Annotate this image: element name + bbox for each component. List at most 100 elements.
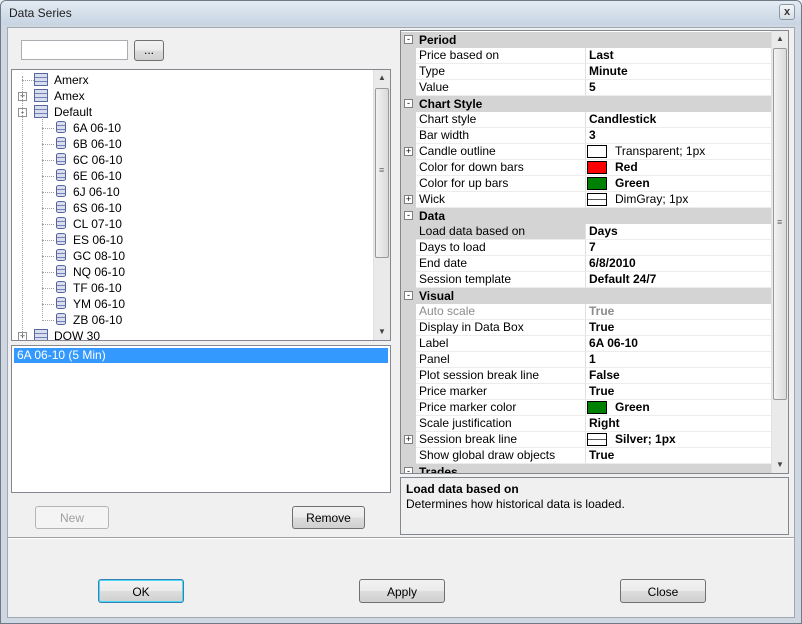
property-row[interactable]: + Wick DimGray; 1px [401, 192, 771, 208]
series-list[interactable]: 6A 06-10 (5 Min) [11, 345, 391, 493]
property-value[interactable]: 7 [586, 240, 771, 256]
property-grid[interactable]: - Period Price based on Last Type Minute Value… [400, 30, 789, 474]
tree-item[interactable]: 6B 06-10 [12, 136, 372, 152]
tree-item[interactable]: TF 06-10 [12, 280, 372, 296]
tree-item[interactable]: 6A 06-10 [12, 120, 372, 136]
apply-button[interactable]: Apply [359, 579, 445, 603]
property-row[interactable]: Type Minute [401, 64, 771, 80]
property-row[interactable]: Plot session break line False [401, 368, 771, 384]
series-list-item[interactable]: 6A 06-10 (5 Min) [14, 348, 388, 363]
tree-item[interactable]: 6J 06-10 [12, 184, 372, 200]
property-row[interactable]: Days to load 7 [401, 240, 771, 256]
ok-button[interactable]: OK [98, 579, 184, 603]
property-value[interactable]: Last [586, 48, 771, 64]
property-value[interactable]: Days [586, 224, 771, 240]
property-row[interactable]: Scale justification Right [401, 416, 771, 432]
property-category[interactable]: - Period [401, 32, 771, 48]
tree-item[interactable]: YM 06-10 [12, 296, 372, 312]
expand-icon[interactable]: + [404, 195, 413, 204]
property-row[interactable]: Color for down bars Red [401, 160, 771, 176]
property-value[interactable]: Transparent; 1px [586, 144, 771, 160]
tree-item[interactable]: + Amex [12, 88, 372, 104]
property-scroll-down-icon[interactable]: ▼ [772, 457, 788, 473]
remove-button[interactable]: Remove [292, 506, 365, 529]
browse-button[interactable]: ... [134, 40, 164, 61]
instrument-search-input[interactable] [22, 41, 127, 59]
property-value[interactable]: False [586, 368, 771, 384]
close-button[interactable]: Close [620, 579, 706, 603]
expand-icon[interactable]: + [404, 435, 413, 444]
title-bar[interactable]: Data Series x [1, 1, 801, 25]
tree-item[interactable]: CL 07-10 [12, 216, 372, 232]
property-value[interactable]: Right [586, 416, 771, 432]
expand-icon[interactable]: + [404, 147, 413, 156]
property-row[interactable]: Price marker color Green [401, 400, 771, 416]
collapse-icon[interactable]: - [404, 211, 413, 220]
property-category[interactable]: - Trades [401, 464, 771, 473]
tree-item[interactable]: 6C 06-10 [12, 152, 372, 168]
property-row[interactable]: Session template Default 24/7 [401, 272, 771, 288]
property-row[interactable]: Load data based on Days [401, 224, 771, 240]
property-value[interactable]: Green [586, 400, 771, 416]
property-value[interactable]: 6/8/2010 [586, 256, 771, 272]
property-value[interactable]: True [586, 304, 771, 320]
property-value[interactable]: 5 [586, 80, 771, 96]
tree-item[interactable]: ES 06-10 [12, 232, 372, 248]
property-row[interactable]: Label 6A 06-10 [401, 336, 771, 352]
property-category[interactable]: - Data [401, 208, 771, 224]
property-scroll-thumb[interactable]: ≡ [773, 48, 787, 400]
property-row[interactable]: Price marker True [401, 384, 771, 400]
property-value[interactable]: True [586, 384, 771, 400]
property-value[interactable]: Candlestick [586, 112, 771, 128]
tree-item[interactable]: - Default [12, 104, 372, 120]
property-gutter [401, 336, 416, 352]
property-row[interactable]: Value 5 [401, 80, 771, 96]
property-value[interactable]: DimGray; 1px [586, 192, 771, 208]
property-grid-scrollbar[interactable]: ▲ ≡ ▼ [771, 31, 788, 473]
close-window-button[interactable]: x [779, 4, 795, 20]
tree-item[interactable]: Amerx [12, 72, 372, 88]
property-scroll-track[interactable]: ▲ ≡ ▼ [772, 31, 788, 473]
property-row[interactable]: Price based on Last [401, 48, 771, 64]
tree-item[interactable]: ZB 06-10 [12, 312, 372, 328]
collapse-icon[interactable]: - [404, 467, 413, 473]
scroll-up-arrow-icon[interactable]: ▲ [374, 70, 390, 86]
tree-item[interactable]: 6E 06-10 [12, 168, 372, 184]
property-value[interactable]: 6A 06-10 [586, 336, 771, 352]
property-value[interactable]: Minute [586, 64, 771, 80]
collapse-icon[interactable]: - [404, 99, 413, 108]
property-value[interactable]: 3 [586, 128, 771, 144]
property-value[interactable]: Green [586, 176, 771, 192]
tree-item[interactable]: NQ 06-10 [12, 264, 372, 280]
property-scroll-up-icon[interactable]: ▲ [772, 31, 788, 47]
property-row[interactable]: Display in Data Box True [401, 320, 771, 336]
property-row[interactable]: Chart style Candlestick [401, 112, 771, 128]
property-row[interactable]: End date 6/8/2010 [401, 256, 771, 272]
tree-item[interactable]: + DOW 30 [12, 328, 372, 340]
new-button[interactable]: New [35, 506, 109, 529]
property-value[interactable]: Default 24/7 [586, 272, 771, 288]
property-value[interactable]: True [586, 320, 771, 336]
tree-item[interactable]: GC 08-10 [12, 248, 372, 264]
property-category[interactable]: - Chart Style [401, 96, 771, 112]
property-value[interactable]: Red [586, 160, 771, 176]
scroll-down-arrow-icon[interactable]: ▼ [374, 324, 390, 340]
tree-scrollbar[interactable]: ▲ ≡ ▼ [373, 70, 390, 340]
property-value[interactable]: 1 [586, 352, 771, 368]
property-row[interactable]: Bar width 3 [401, 128, 771, 144]
tree-item[interactable]: 6S 06-10 [12, 200, 372, 216]
property-value[interactable]: Silver; 1px [586, 432, 771, 448]
instrument-tree[interactable]: Amerx + Amex - Default 6A 06-10 6B 06-10 6C 06-… [11, 69, 391, 341]
tree-scroll-thumb[interactable]: ≡ [375, 88, 389, 258]
property-row[interactable]: + Candle outline Transparent; 1px [401, 144, 771, 160]
property-row[interactable]: Show global draw objects True [401, 448, 771, 464]
instrument-search-box[interactable] [21, 40, 128, 60]
collapse-icon[interactable]: - [404, 35, 413, 44]
collapse-icon[interactable]: - [404, 291, 413, 300]
property-category[interactable]: - Visual [401, 288, 771, 304]
property-row[interactable]: Auto scale True [401, 304, 771, 320]
property-row[interactable]: + Session break line Silver; 1px [401, 432, 771, 448]
property-row[interactable]: Panel 1 [401, 352, 771, 368]
property-value[interactable]: True [586, 448, 771, 464]
property-row[interactable]: Color for up bars Green [401, 176, 771, 192]
